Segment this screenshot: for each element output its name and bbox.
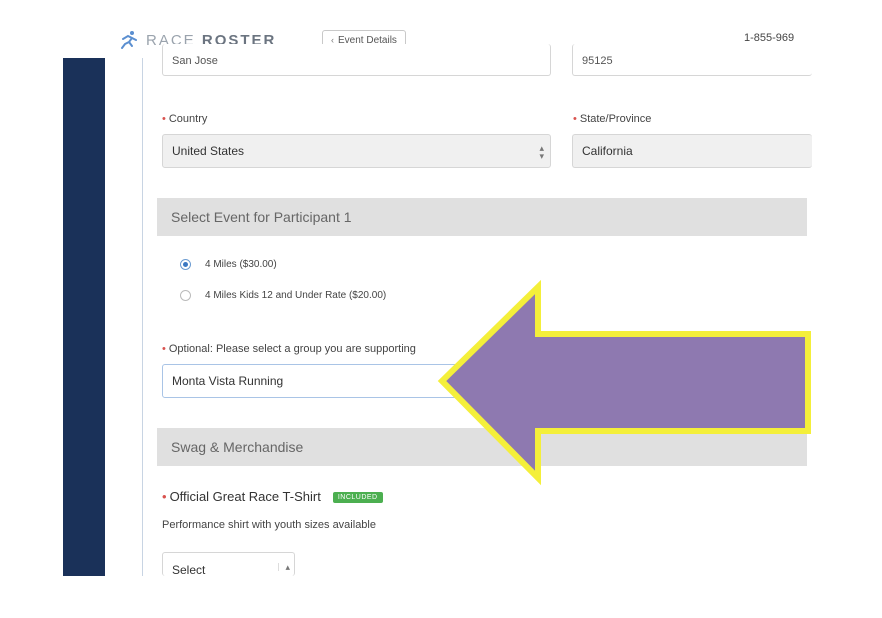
- radio-unselected-icon[interactable]: [180, 290, 191, 301]
- included-badge: INCLUDED: [332, 492, 383, 504]
- radio-selected-icon[interactable]: [180, 259, 191, 270]
- section-title: Swag & Merchandise: [171, 439, 304, 455]
- required-marker: •: [162, 343, 166, 355]
- group-input[interactable]: Monta Vista Running: [162, 364, 551, 398]
- runner-logo-icon: [121, 31, 137, 49]
- group-label: • Optional: Please select a group you are…: [162, 343, 416, 355]
- support-phone: 1-855-969: [744, 32, 795, 44]
- tshirt-select-value: Select: [172, 563, 206, 577]
- state-label: • State/Province: [573, 113, 652, 125]
- tshirt-size-select[interactable]: Select ▴: [162, 552, 295, 577]
- state-select[interactable]: California: [572, 134, 812, 168]
- zip-field[interactable]: 95125: [572, 44, 812, 76]
- country-value: United States: [172, 144, 245, 158]
- city-value: San Jose: [172, 55, 218, 67]
- tshirt-description: Performance shirt with youth sizes avail…: [162, 519, 376, 531]
- required-marker: •: [573, 113, 577, 125]
- country-label: • Country: [162, 113, 208, 125]
- required-marker: •: [162, 489, 167, 504]
- left-sidebar: [63, 58, 105, 576]
- event-option-label: 4 Miles ($30.00): [205, 259, 277, 270]
- event-option-4-miles[interactable]: 4 Miles ($30.00): [180, 259, 277, 270]
- form-left-border: [142, 58, 143, 576]
- select-arrows-icon: ▴: [278, 563, 290, 572]
- state-value: California: [582, 144, 633, 158]
- city-field[interactable]: San Jose: [162, 44, 551, 76]
- event-option-4-miles-kids[interactable]: 4 Miles Kids 12 and Under Rate ($20.00): [180, 290, 386, 301]
- tshirt-label: • Official Great Race T-Shirt INCLUDED: [162, 489, 383, 504]
- zip-value: 95125: [582, 55, 613, 67]
- select-event-section-header: Select Event for Participant 1: [157, 198, 807, 236]
- select-arrows-icon: ▴ ▾: [539, 143, 544, 161]
- event-option-label: 4 Miles Kids 12 and Under Rate ($20.00): [205, 290, 387, 301]
- section-title: Select Event for Participant 1: [171, 209, 352, 225]
- required-marker: •: [162, 113, 166, 125]
- swag-section-header: Swag & Merchandise: [157, 428, 807, 466]
- country-select[interactable]: United States ▴ ▾: [162, 134, 551, 168]
- group-value: Monta Vista Running: [172, 374, 284, 388]
